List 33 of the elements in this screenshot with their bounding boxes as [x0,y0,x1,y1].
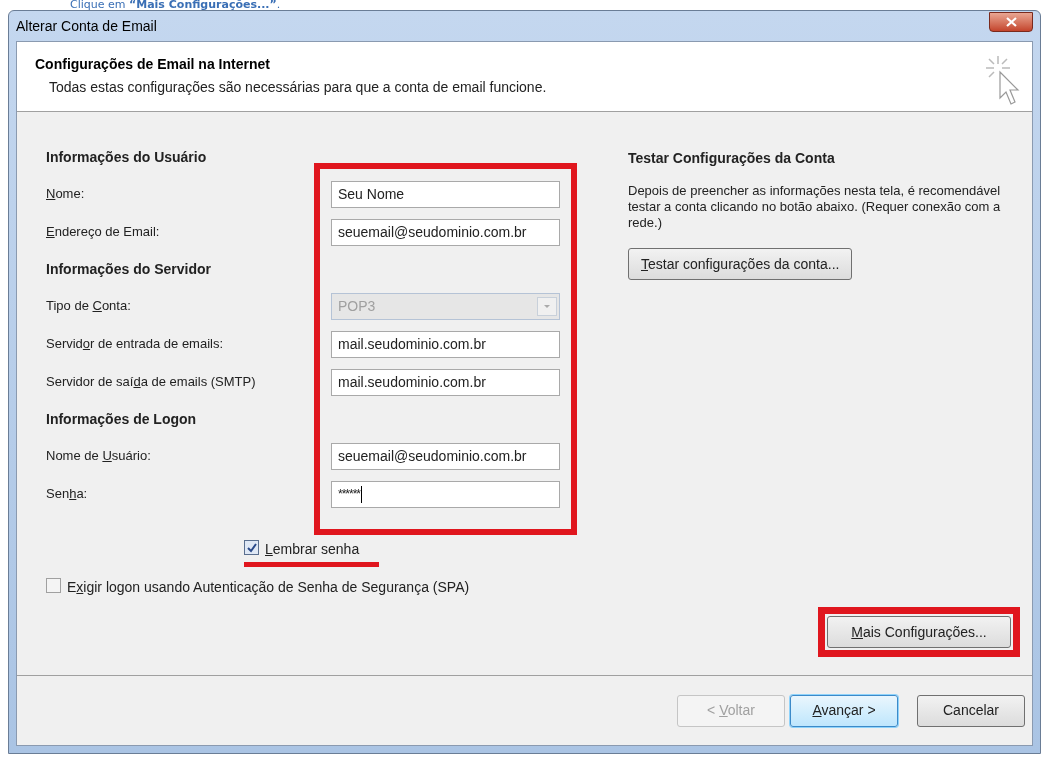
field-label: Tipo de Conta: [46,297,131,316]
checkmark-icon [246,542,257,553]
window-title: Alterar Conta de Email [16,16,157,36]
field-label: Servidor de saída de emails (SMTP) [46,373,256,392]
field-label: Senha: [46,485,88,504]
instruction-caption: Clique em “Mais Configurações...”. [70,0,281,10]
password-field[interactable]: ****** [331,480,560,508]
header-title: Configurações de Email na Internet [35,55,271,74]
checkbox-label[interactable]: Lembrar senha [265,539,360,560]
checkbox-label[interactable]: Exigir logon usando Autenticação de Senha de Segurança (SPA) [67,577,470,598]
close-button[interactable] [989,12,1033,32]
test-settings-button[interactable]: Testar configurações da conta... [628,248,853,280]
close-icon [1005,17,1017,27]
checkbox[interactable] [46,578,61,593]
checkbox[interactable] [244,540,259,555]
field-label: Nome: [46,185,85,204]
input-field[interactable]: seuemail@seudominio.com.br [331,442,560,470]
wizard-button[interactable]: Avançar > [790,694,898,727]
more-settings-button[interactable]: Mais Configurações... [827,616,1011,648]
field-label: Servidor de entrada de emails: [46,335,224,354]
field-label: Endereço de Email: [46,223,160,242]
input-field[interactable]: seuemail@seudominio.com.br [331,218,560,246]
field-label: Nome de Usuário: [46,447,151,466]
section-heading: Testar Configurações da Conta [628,149,836,168]
test-description: Depois de preencher as informações nesta tela, é recomendável testar a conta clicando no botão abaixo. (Requer conexão com a rede.) [628,183,1002,231]
header-subtitle: Todas estas configurações são necessárias para que a conta de email funcione. [48,78,547,97]
input-field[interactable]: mail.seudominio.com.br [331,330,560,358]
section-heading: Informações de Logon [46,409,197,429]
input-field[interactable]: mail.seudominio.com.br [331,368,560,396]
input-field[interactable]: Seu Nome [331,180,560,208]
section-heading: Informações do Usuário [46,147,207,167]
wizard-button[interactable]: Cancelar [917,694,1025,727]
section-heading: Informações do Servidor [46,259,211,279]
